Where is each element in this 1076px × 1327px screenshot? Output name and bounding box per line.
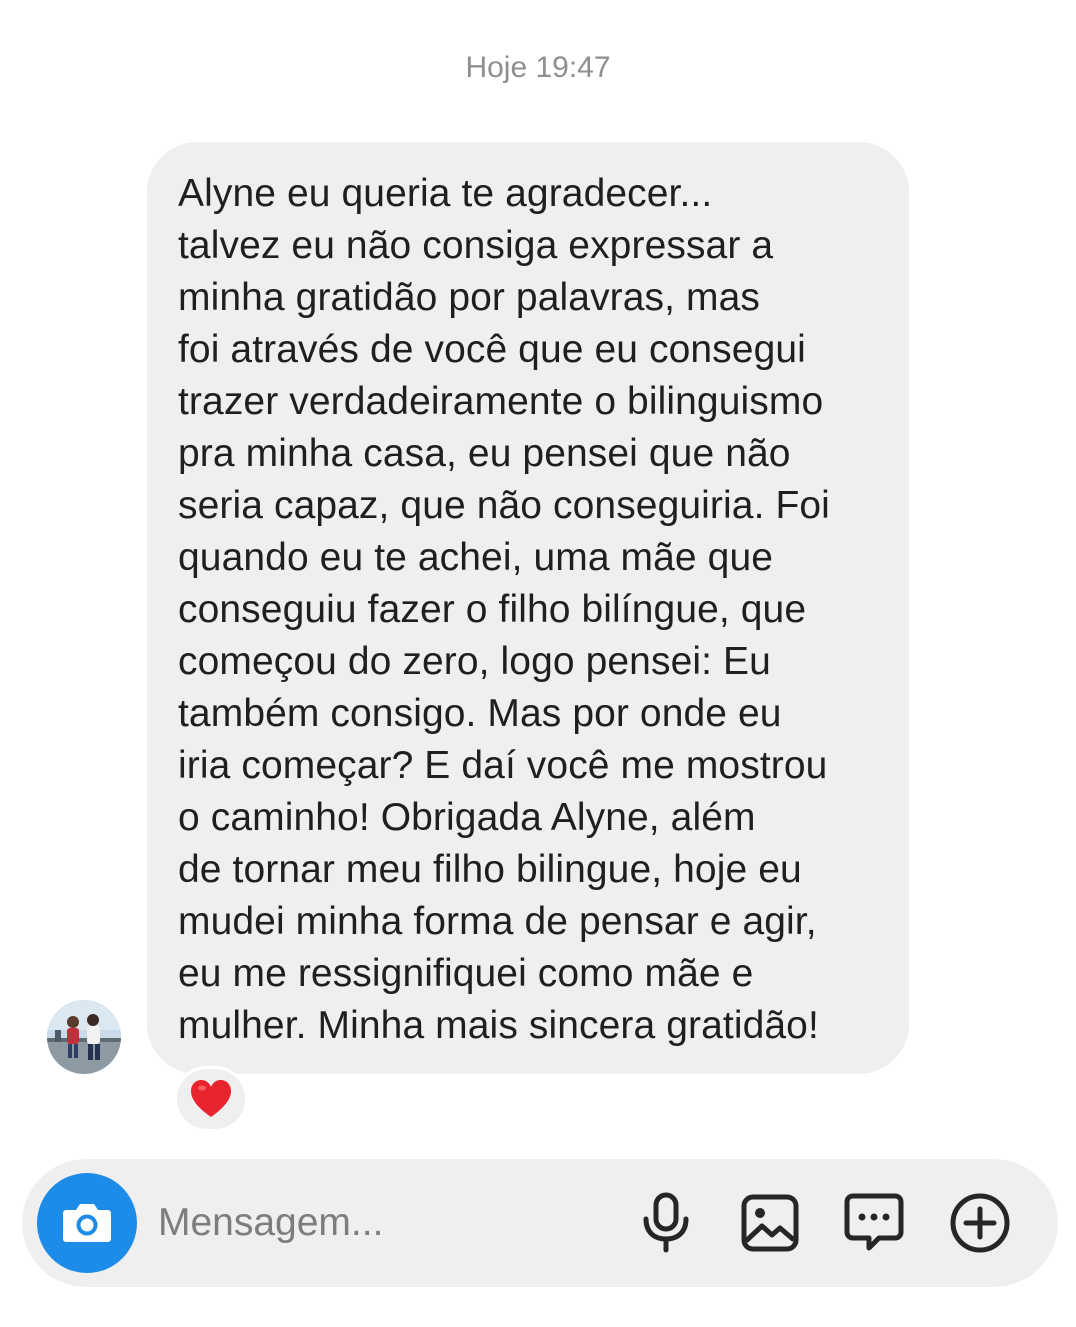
message-text-line: eu me ressignifiquei como mãe e bbox=[178, 952, 754, 995]
message-text-line: foi através de você que eu consegui bbox=[178, 328, 806, 371]
received-message-bubble[interactable]: Alyne eu queria te agradecer... talvez e… bbox=[147, 142, 909, 1074]
microphone-button[interactable] bbox=[632, 1189, 700, 1257]
message-text-line: minha gratidão por palavras, mas bbox=[178, 276, 760, 319]
camera-button[interactable] bbox=[37, 1173, 137, 1273]
message-input[interactable] bbox=[158, 1195, 598, 1251]
heart-icon bbox=[191, 1080, 231, 1117]
heart-reaction[interactable] bbox=[174, 1066, 248, 1132]
more-options-button[interactable] bbox=[946, 1189, 1014, 1257]
message-text-line: começou do zero, logo pensei: Eu bbox=[178, 640, 771, 683]
message-text-line: de tornar meu filho bilingue, hoje eu bbox=[178, 848, 802, 891]
message-text-line: mulher. Minha mais sincera gratidão! bbox=[178, 1004, 819, 1047]
message-text-line: mudei minha forma de pensar e agir, bbox=[178, 900, 817, 943]
avatar-photo bbox=[47, 1000, 121, 1074]
sticker-icon bbox=[844, 1193, 904, 1251]
message-text-line: o caminho! Obrigada Alyne, além bbox=[178, 796, 756, 839]
message-text-line: iria começar? E daí você me mostrou bbox=[178, 744, 828, 787]
message-text-line: conseguiu fazer o filho bilíngue, que bbox=[178, 588, 807, 631]
message-text-line: trazer verdadeiramente o bilinguismo bbox=[178, 380, 824, 423]
message-text-line: seria capaz, que não conseguiria. Foi bbox=[178, 484, 830, 527]
avatar[interactable] bbox=[47, 1000, 121, 1074]
gallery-icon bbox=[741, 1194, 799, 1252]
plus-icon bbox=[950, 1193, 1010, 1253]
message-composer bbox=[22, 1159, 1058, 1287]
camera-icon bbox=[63, 1204, 111, 1242]
gallery-button[interactable] bbox=[736, 1189, 804, 1257]
message-text-line: Alyne eu queria te agradecer... bbox=[178, 172, 713, 215]
microphone-icon bbox=[643, 1192, 689, 1253]
message-text-line: pra minha casa, eu pensei que não bbox=[178, 432, 791, 475]
sticker-button[interactable] bbox=[840, 1189, 908, 1257]
message-text-line: talvez eu não consiga expressar a bbox=[178, 224, 774, 267]
message-text-line: também consigo. Mas por onde eu bbox=[178, 692, 782, 735]
message-timestamp: Hoje 19:47 bbox=[465, 51, 611, 84]
message-text-line: quando eu te achei, uma mãe que bbox=[178, 536, 774, 579]
